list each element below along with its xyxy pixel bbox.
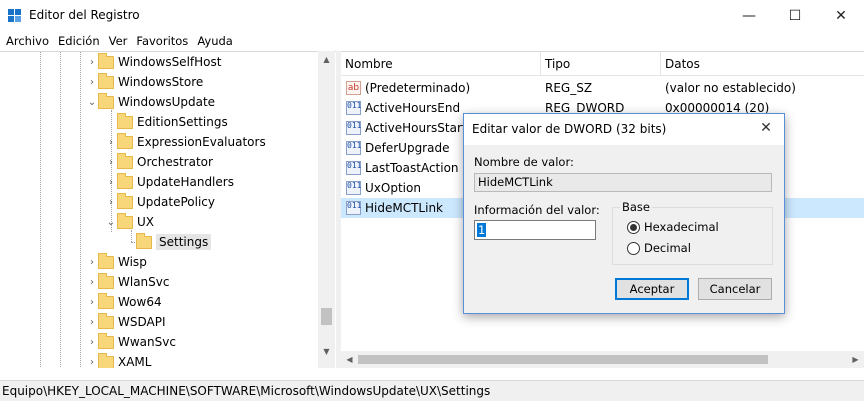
scroll-up-arrow-icon[interactable]: ▲ [318, 51, 335, 68]
tree-item-wisp[interactable]: › Wisp [86, 252, 147, 272]
binary-value-icon: 011 [346, 121, 361, 135]
list-header: Nombre Tipo Datos [341, 52, 864, 76]
binary-value-icon: 011 [346, 161, 361, 175]
tree-item-expressionevaluators[interactable]: › ExpressionEvaluators [105, 132, 266, 152]
tree-vertical-scrollbar[interactable]: ▲ ▼ [318, 51, 335, 368]
folder-icon [98, 252, 114, 269]
expand-chevron-icon[interactable]: › [86, 292, 98, 312]
ok-button[interactable]: Aceptar [615, 278, 689, 300]
tree-item-wow64[interactable]: › Wow64 [86, 292, 162, 312]
folder-icon [98, 292, 114, 309]
value-data-text: 1 [477, 223, 487, 237]
scrollbar-thumb[interactable] [358, 355, 768, 364]
dialog-close-button[interactable]: ✕ [754, 118, 778, 138]
menu-edicion[interactable]: Edición [58, 31, 100, 51]
cancel-button[interactable]: Cancelar [698, 278, 772, 300]
tree-item-orchestrator[interactable]: › Orchestrator [105, 152, 213, 172]
edit-dword-dialog: Editar valor de DWORD (32 bits) ✕ Nombre… [463, 113, 785, 314]
folder-icon [98, 352, 114, 368]
expand-chevron-icon[interactable]: › [86, 252, 98, 272]
expand-chevron-icon[interactable]: › [105, 152, 117, 172]
scroll-left-arrow-icon[interactable]: ◀ [341, 351, 358, 368]
expand-chevron-icon[interactable]: › [86, 312, 98, 332]
value-data-label: Información del valor: [474, 203, 600, 217]
tree-item-wlansvc[interactable]: › WlanSvc [86, 272, 169, 292]
minimize-button[interactable]: — [726, 0, 772, 31]
close-button[interactable]: ✕ [818, 0, 864, 31]
folder-icon [98, 92, 114, 109]
tree-item-windowsselfhost[interactable]: › WindowsSelfHost [86, 52, 221, 72]
folder-icon [117, 192, 133, 209]
expand-chevron-icon[interactable]: › [86, 332, 98, 352]
expand-chevron-icon[interactable]: › [105, 132, 117, 152]
binary-value-icon: 011 [346, 181, 361, 195]
background-strip [0, 401, 864, 407]
folder-icon [98, 332, 114, 349]
dialog-body: Nombre de valor: HideMCTLink Información… [464, 145, 784, 313]
menu-archivo[interactable]: Archivo [6, 31, 49, 51]
folder-icon [117, 152, 133, 169]
folder-icon [98, 272, 114, 289]
binary-value-icon: 011 [346, 201, 361, 215]
hexadecimal-radio[interactable]: Hexadecimal [627, 220, 719, 234]
expand-chevron-icon[interactable]: › [105, 192, 117, 212]
tree-item-windowsstore[interactable]: › WindowsStore [86, 72, 203, 92]
window-title: Editor del Registro [29, 8, 140, 22]
tree-item-wwansvc[interactable]: › WwanSvc [86, 332, 176, 352]
folder-icon [98, 312, 114, 329]
scroll-down-arrow-icon[interactable]: ▼ [318, 343, 335, 360]
list-row[interactable]: ab (Predeterminado) REG_SZ (valor no est… [341, 78, 864, 98]
expand-chevron-icon[interactable]: › [86, 52, 98, 72]
scrollbar-thumb[interactable] [321, 308, 332, 325]
menu-ver[interactable]: Ver [109, 31, 128, 51]
tree-item-updatehandlers[interactable]: › UpdateHandlers [105, 172, 234, 192]
registry-tree[interactable]: › WindowsSelfHost › WindowsStore ⌄ Windo… [0, 51, 336, 368]
value-name-field: HideMCTLink [474, 173, 772, 192]
folder-icon [98, 72, 114, 89]
tree-item-updatepolicy[interactable]: › UpdatePolicy [105, 192, 215, 212]
status-bar-path: Equipo\HKEY_LOCAL_MACHINE\SOFTWARE\Micro… [0, 380, 864, 401]
tree-item-windowsupdate[interactable]: ⌄ WindowsUpdate [86, 92, 215, 112]
menu-favoritos[interactable]: Favoritos [136, 31, 188, 51]
binary-value-icon: 011 [346, 141, 361, 155]
expand-chevron-icon[interactable]: › [86, 72, 98, 92]
tree-item-wsdapi[interactable]: › WSDAPI [86, 312, 166, 332]
base-label: Base [620, 200, 653, 214]
value-data-input[interactable]: 1 [474, 220, 596, 240]
scroll-right-arrow-icon[interactable]: ▶ [847, 351, 864, 368]
close-icon: ✕ [760, 120, 772, 136]
expand-chevron-icon[interactable]: › [105, 172, 117, 192]
folder-icon [136, 232, 152, 249]
expand-chevron-icon[interactable]: › [86, 352, 98, 368]
list-horizontal-scrollbar[interactable]: ◀ ▶ [341, 351, 864, 368]
tree-item-settings[interactable]: Settings [124, 232, 212, 252]
column-header-type[interactable]: Tipo [541, 52, 661, 76]
radio-checked-icon [627, 220, 640, 234]
collapse-chevron-icon[interactable]: ⌄ [86, 92, 98, 112]
menu-bar: Archivo Edición Ver Favoritos Ayuda [0, 31, 864, 51]
tree-item-editionsettings[interactable]: EditionSettings [105, 112, 228, 132]
column-header-name[interactable]: Nombre [341, 52, 541, 76]
maximize-button[interactable]: ☐ [772, 0, 818, 31]
collapse-chevron-icon[interactable]: ⌄ [105, 212, 117, 232]
folder-icon [98, 52, 114, 69]
registry-editor-icon [8, 9, 22, 23]
tree-item-ux[interactable]: ⌄ UX [105, 212, 154, 232]
folder-icon [117, 172, 133, 189]
string-value-icon: ab [346, 81, 361, 95]
expand-chevron-icon[interactable]: › [86, 272, 98, 292]
tree-item-xaml[interactable]: › XAML [86, 352, 151, 368]
value-name-label: Nombre de valor: [474, 155, 574, 169]
folder-icon [117, 132, 133, 149]
folder-icon [117, 212, 133, 229]
dialog-title: Editar valor de DWORD (32 bits) [472, 122, 667, 136]
base-groupbox [612, 207, 773, 265]
column-header-data[interactable]: Datos [661, 52, 864, 76]
binary-value-icon: 011 [346, 101, 361, 115]
folder-icon [117, 112, 133, 129]
radio-unchecked-icon [627, 241, 640, 255]
decimal-radio[interactable]: Decimal [627, 241, 691, 255]
title-bar: Editor del Registro — ☐ ✕ [0, 0, 864, 31]
menu-ayuda[interactable]: Ayuda [197, 31, 233, 51]
